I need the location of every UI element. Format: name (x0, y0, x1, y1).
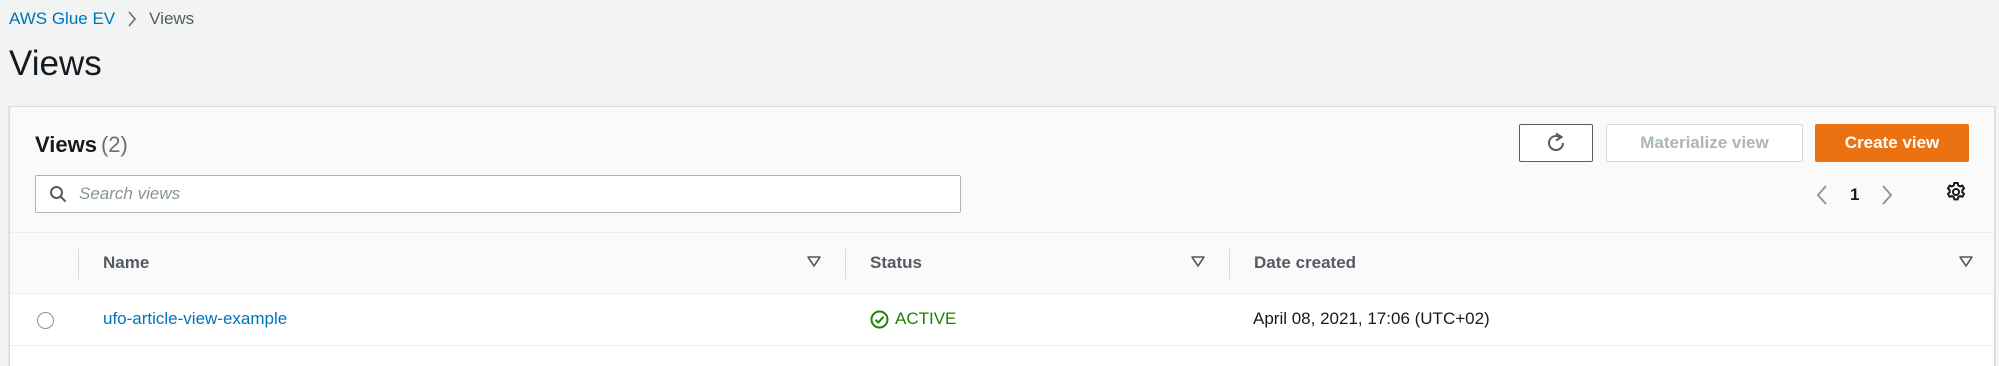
panel-title: Views (2) (35, 132, 128, 158)
gear-icon (1946, 182, 1966, 201)
materialize-view-button[interactable]: Materialize view (1606, 124, 1803, 162)
panel-title-text: Views (35, 132, 97, 157)
search-icon (49, 185, 67, 203)
column-header-name[interactable]: Name (79, 233, 845, 293)
breadcrumb-current: Views (149, 9, 195, 28)
page-title: Views (9, 44, 102, 83)
table-settings-button[interactable] (1945, 181, 1967, 203)
create-view-button[interactable]: Create view (1815, 124, 1969, 162)
column-header-date-created-label: Date created (1254, 253, 1357, 272)
refresh-button[interactable] (1519, 124, 1593, 162)
table-row[interactable]: ufo-article-view-example ACTIVE April 08… (10, 294, 1994, 346)
breadcrumb: AWS Glue EV Views (9, 9, 194, 29)
status-badge: ACTIVE (870, 309, 956, 329)
views-panel: Views (2) Materialize view Create view S… (9, 106, 1995, 366)
view-name-link[interactable]: ufo-article-view-example (103, 309, 287, 329)
breadcrumb-root-link[interactable]: AWS Glue EV (9, 9, 115, 29)
panel-header: Views (2) Materialize view Create view S… (10, 107, 1994, 233)
column-header-date-created[interactable]: Date created (1230, 233, 1970, 293)
search-input[interactable] (79, 184, 919, 204)
row-select-radio[interactable] (37, 312, 54, 329)
check-circle-icon (870, 310, 889, 329)
current-page-number[interactable]: 1 (1850, 185, 1859, 205)
chevron-right-icon[interactable] (1881, 184, 1893, 206)
column-header-status[interactable]: Status (846, 233, 1229, 293)
sort-down-icon[interactable] (1190, 255, 1206, 269)
date-created-cell: April 08, 2021, 17:06 (UTC+02) (1253, 309, 1490, 328)
sort-down-icon[interactable] (1958, 255, 1974, 269)
sort-down-icon[interactable] (806, 255, 822, 269)
status-text: ACTIVE (895, 309, 957, 328)
views-count: (2) (100, 132, 128, 157)
pagination: 1 (1816, 180, 1893, 210)
column-header-name-label: Name (103, 253, 150, 272)
refresh-icon (1548, 132, 1564, 151)
search-box (35, 175, 961, 213)
chevron-left-icon[interactable] (1816, 184, 1828, 206)
chevron-right-icon (127, 11, 137, 27)
column-header-status-label: Status (870, 253, 922, 272)
table-header: Name Status Date created (10, 233, 1994, 294)
